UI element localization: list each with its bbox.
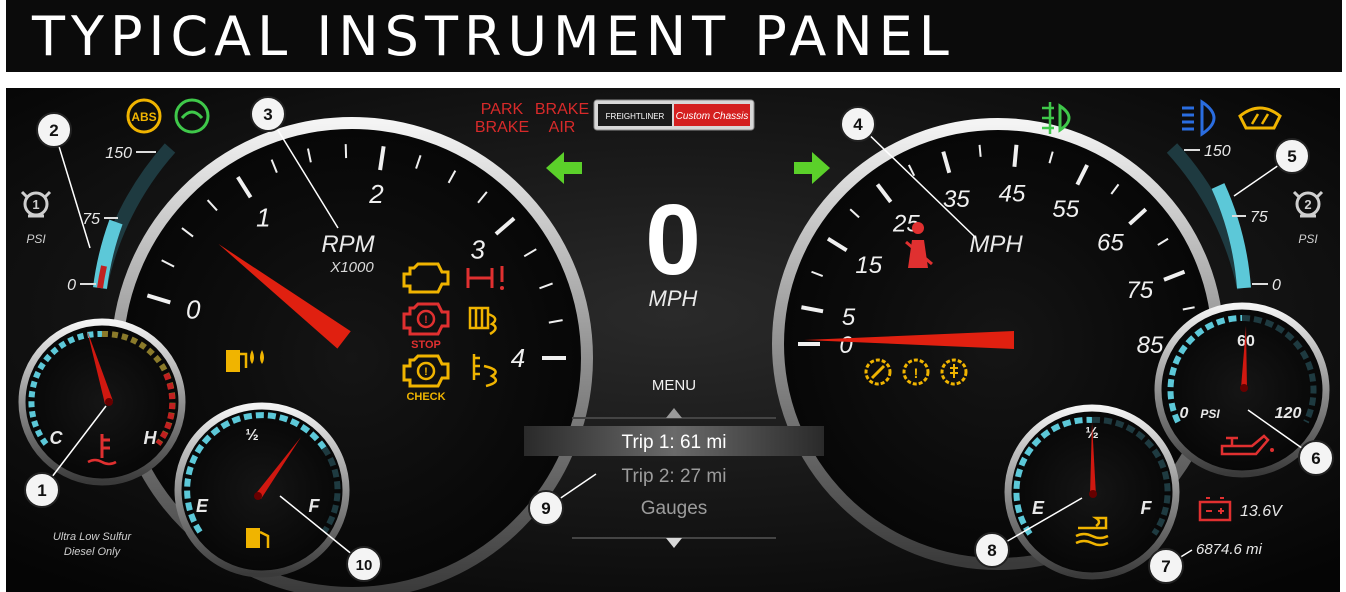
speedometer-tick-label: 85 bbox=[1137, 332, 1164, 359]
speedometer-tick-label: 15 bbox=[855, 252, 882, 279]
air-tick-label: 75 bbox=[82, 211, 100, 228]
oil-unit-label: PSI bbox=[1200, 407, 1220, 421]
def-empty-label: E bbox=[1032, 498, 1045, 518]
digital-speed-value: 0 bbox=[645, 184, 701, 296]
page-title: TYPICAL INSTRUMENT PANEL bbox=[32, 5, 955, 68]
coolant-needle-hub bbox=[105, 398, 113, 406]
air-tank-number: 1 bbox=[32, 197, 39, 212]
digital-speed-unit: MPH bbox=[649, 286, 698, 311]
speedometer-tick-label: 35 bbox=[943, 186, 970, 213]
menu-item-trip1[interactable]: Trip 1: 61 mi bbox=[622, 432, 727, 453]
title-bar: TYPICAL INSTRUMENT PANEL bbox=[6, 0, 1342, 72]
fuel-note-line2: Diesel Only bbox=[64, 546, 122, 558]
callout-number: 1 bbox=[37, 481, 46, 500]
park-brake-line1: PARK bbox=[481, 101, 524, 118]
air-tick-label: 150 bbox=[1204, 143, 1231, 160]
speedometer-tick-label: 0 bbox=[839, 332, 853, 359]
speedometer-tick-label: 55 bbox=[1052, 196, 1079, 223]
air-tick-label: 75 bbox=[1250, 209, 1268, 226]
tachometer-tick-label: 3 bbox=[471, 235, 486, 265]
battery-voltage: 13.6V bbox=[1240, 503, 1283, 520]
tachometer-tick-label: 4 bbox=[511, 343, 525, 373]
air-tank-number: 2 bbox=[1304, 197, 1311, 212]
oil-max-label: 120 bbox=[1275, 405, 1302, 422]
oil-needle-hub bbox=[1240, 384, 1248, 392]
park-brake-indicator: PARK BRAKE bbox=[475, 101, 529, 136]
menu-item-gauges[interactable]: Gauges bbox=[641, 498, 708, 519]
fuel-full-label: F bbox=[309, 496, 321, 516]
odometer-value: 6874.6 mi bbox=[1196, 541, 1263, 558]
air-unit-label: PSI bbox=[1298, 232, 1318, 246]
tachometer-tick-label: 2 bbox=[368, 179, 384, 209]
speedometer-tick-label: 75 bbox=[1126, 277, 1153, 304]
brake-air-line2: AIR bbox=[549, 119, 576, 136]
stop-exclaim-glyph: ! bbox=[424, 314, 428, 326]
callout-number: 9 bbox=[541, 499, 550, 518]
menu-title: MENU bbox=[652, 377, 696, 394]
callout-number: 10 bbox=[356, 557, 373, 574]
tachometer-tick-label: 1 bbox=[256, 203, 270, 233]
logo-sub: Custom Chassis bbox=[676, 111, 749, 122]
stop-label: STOP bbox=[411, 339, 441, 351]
speedometer-tick-label: 5 bbox=[842, 304, 856, 331]
air-tick-label: 0 bbox=[1272, 277, 1281, 294]
park-brake-line2: BRAKE bbox=[475, 119, 529, 136]
speedometer-major-tick bbox=[1012, 144, 1019, 167]
air-tick-label: 150 bbox=[105, 145, 132, 162]
coolant-cold-label: C bbox=[50, 428, 64, 448]
def-needle-hub bbox=[1089, 490, 1097, 498]
check-exclaim-glyph: ! bbox=[424, 366, 428, 378]
logo-brand: FREIGHTLINER bbox=[606, 112, 665, 121]
freightliner-logo: FREIGHTLINER Custom Chassis bbox=[593, 99, 755, 131]
gear-warning-glyph: ! bbox=[914, 365, 919, 381]
callout-number: 8 bbox=[987, 541, 996, 560]
abs-label: ABS bbox=[131, 110, 156, 124]
def-full-label: F bbox=[1141, 498, 1153, 518]
callout-number: 5 bbox=[1287, 147, 1296, 166]
callout-number: 7 bbox=[1161, 557, 1170, 576]
fuel-empty-label: E bbox=[196, 496, 209, 516]
check-label: CHECK bbox=[406, 391, 445, 403]
oil-min-label: 0 bbox=[1180, 405, 1189, 422]
check-warning-icon: ! CHECK bbox=[402, 354, 450, 403]
tachometer-unit: X1000 bbox=[329, 259, 374, 276]
tachometer-label: RPM bbox=[321, 231, 374, 258]
fuel-half-label: ½ bbox=[245, 427, 258, 444]
brake-air-line1: BRAKE bbox=[535, 101, 589, 118]
air-tick-label: 0 bbox=[67, 277, 76, 294]
fuel-note-line1: Ultra Low Sulfur bbox=[53, 531, 133, 543]
speedometer-tick-label: 65 bbox=[1097, 230, 1124, 257]
air-unit-label: PSI bbox=[26, 232, 46, 246]
coolant-hot-label: H bbox=[144, 428, 158, 448]
instrument-panel: 01234 RPM X1000 05152535 4555657585 MPH 1… bbox=[6, 88, 1340, 592]
callout-number: 4 bbox=[853, 115, 863, 134]
def-gauge: E F ½ bbox=[1004, 404, 1180, 580]
callout-number: 3 bbox=[263, 105, 272, 124]
coolant-temp-gauge: C H bbox=[18, 318, 186, 486]
air-scale-low-zone bbox=[97, 265, 107, 289]
callout-number: 2 bbox=[49, 121, 58, 140]
tachometer-tick-label: 0 bbox=[186, 294, 201, 324]
menu-item-trip2[interactable]: Trip 2: 27 mi bbox=[622, 466, 727, 487]
speedometer-minor-tick bbox=[978, 144, 982, 157]
fuel-needle-hub bbox=[254, 492, 262, 500]
callout-number: 6 bbox=[1311, 449, 1320, 468]
speedometer-label: MPH bbox=[969, 231, 1023, 258]
speedometer-tick-label: 45 bbox=[999, 181, 1026, 208]
fuel-gauge: E F ½ bbox=[174, 402, 350, 578]
